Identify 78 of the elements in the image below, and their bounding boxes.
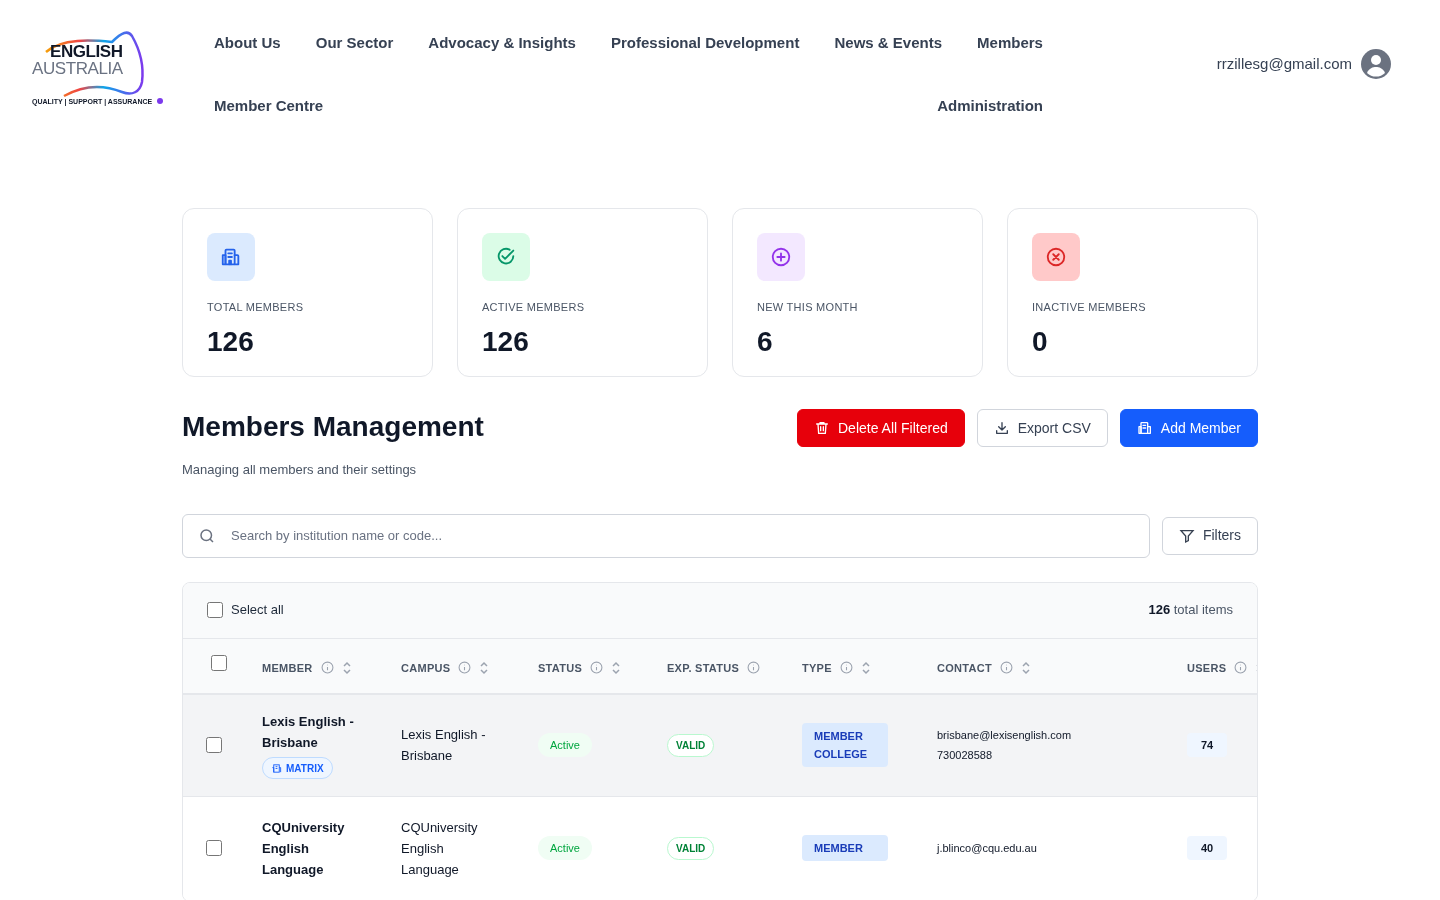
x-circle-icon (1045, 246, 1067, 268)
nav-link[interactable]: Advocacy & Insights (428, 32, 576, 55)
column-header[interactable]: EXP. STATUS (667, 659, 740, 676)
info-icon (747, 661, 761, 675)
select-all-label[interactable]: Select all (231, 600, 284, 620)
download-icon (993, 420, 1010, 436)
header-checkbox[interactable] (211, 654, 227, 671)
nav-link[interactable]: Administration (937, 94, 1043, 117)
type-badge: MEMBER (802, 835, 888, 861)
contact-email: brisbane@lexisenglish.com (937, 727, 1072, 743)
total-items: 126 total items (1148, 601, 1233, 620)
row-checkbox[interactable] (206, 737, 222, 753)
export-csv-button[interactable]: Export CSV (976, 409, 1108, 447)
stat-label: TOTAL MEMBERS (207, 300, 305, 315)
stat-value: 126 (207, 324, 255, 359)
logo-text[interactable]: ENGLISH (50, 43, 123, 60)
column-header[interactable]: CONTACT (937, 659, 992, 676)
expiry-badge: VALID (667, 733, 715, 757)
member-name[interactable]: Lexis English - Brisbane (262, 711, 372, 753)
nav-link[interactable]: About Us (214, 32, 281, 55)
plus-circle-icon (770, 246, 792, 268)
column-header[interactable]: USERS (1187, 659, 1227, 676)
info-icon (999, 661, 1013, 675)
stat-label: INACTIVE MEMBERS (1032, 300, 1147, 315)
status-badge: Active (538, 835, 592, 861)
nav-link[interactable]: Members (977, 32, 1043, 55)
sort-icon[interactable] (341, 660, 352, 675)
nav-link[interactable]: Our Sector (315, 32, 394, 55)
search-icon (198, 526, 216, 545)
nav-link[interactable]: Professional Development (611, 32, 800, 55)
info-icon (839, 661, 853, 675)
building-icon (1136, 420, 1153, 436)
campus-name: CQUniversity English Language (401, 818, 479, 879)
matrix-tag: MATRIX (262, 757, 333, 779)
logo-text[interactable]: AUSTRALIA (32, 60, 123, 77)
trash-icon (814, 420, 830, 436)
stat-label: ACTIVE MEMBERS (482, 300, 586, 315)
table-row[interactable]: Lexis English - Brisbane MATRIX Lexis English - Brisbane Active VALID MEMBER COLLEGE brisbane@lexisenglish.com 730028588 74 (183, 694, 1257, 797)
building-icon (271, 762, 282, 774)
user-count: 74 (1187, 732, 1227, 758)
stat-value: 6 (757, 324, 774, 359)
add-member-button[interactable]: Add Member (1119, 409, 1258, 447)
filter-icon (1178, 527, 1195, 544)
building-icon (220, 246, 242, 268)
row-checkbox[interactable] (206, 840, 222, 856)
nav-link[interactable]: News & Events (834, 32, 942, 55)
filters-button[interactable]: Filters (1161, 516, 1258, 555)
delete-filtered-button[interactable]: Delete All Filtered (797, 409, 965, 447)
sort-icon[interactable] (860, 660, 871, 675)
user-email[interactable]: rrzillesg@gmail.com (1216, 52, 1352, 76)
info-icon (458, 661, 472, 675)
expiry-badge: VALID (667, 836, 715, 860)
info-icon (320, 661, 334, 675)
sort-icon[interactable] (479, 660, 490, 675)
column-header[interactable]: MEMBER (262, 659, 313, 676)
column-header[interactable]: STATUS (538, 659, 583, 676)
contact-phone: 730028588 (937, 748, 994, 763)
avatar-icon[interactable] (1360, 48, 1392, 80)
user-count: 40 (1187, 835, 1227, 861)
search-field[interactable]: Search by institution name or code... (182, 513, 1150, 558)
stat-value: 126 (482, 324, 530, 359)
select-all-checkbox[interactable] (207, 602, 223, 618)
sort-icon[interactable] (611, 660, 622, 675)
info-icon (590, 661, 604, 675)
page-title: Members Management (182, 410, 484, 444)
nav-link[interactable]: Member Centre (214, 94, 324, 117)
page-subtitle: Managing all members and their settings (182, 461, 418, 479)
stat-value: 0 (1032, 324, 1049, 359)
column-header[interactable]: TYPE (802, 659, 832, 676)
type-badge: MEMBER COLLEGE (802, 723, 888, 767)
column-header[interactable]: CAMPUS (401, 659, 451, 676)
contact-email: j.blinco@cqu.edu.au (937, 840, 1037, 856)
sort-icon[interactable] (1020, 660, 1031, 675)
member-name[interactable]: CQUniversity English Language (262, 816, 372, 880)
status-badge: Active (538, 732, 592, 758)
stat-label: NEW THIS MONTH (757, 300, 859, 315)
campus-name: Lexis English - Brisbane (401, 726, 487, 765)
info-icon (1234, 661, 1248, 675)
